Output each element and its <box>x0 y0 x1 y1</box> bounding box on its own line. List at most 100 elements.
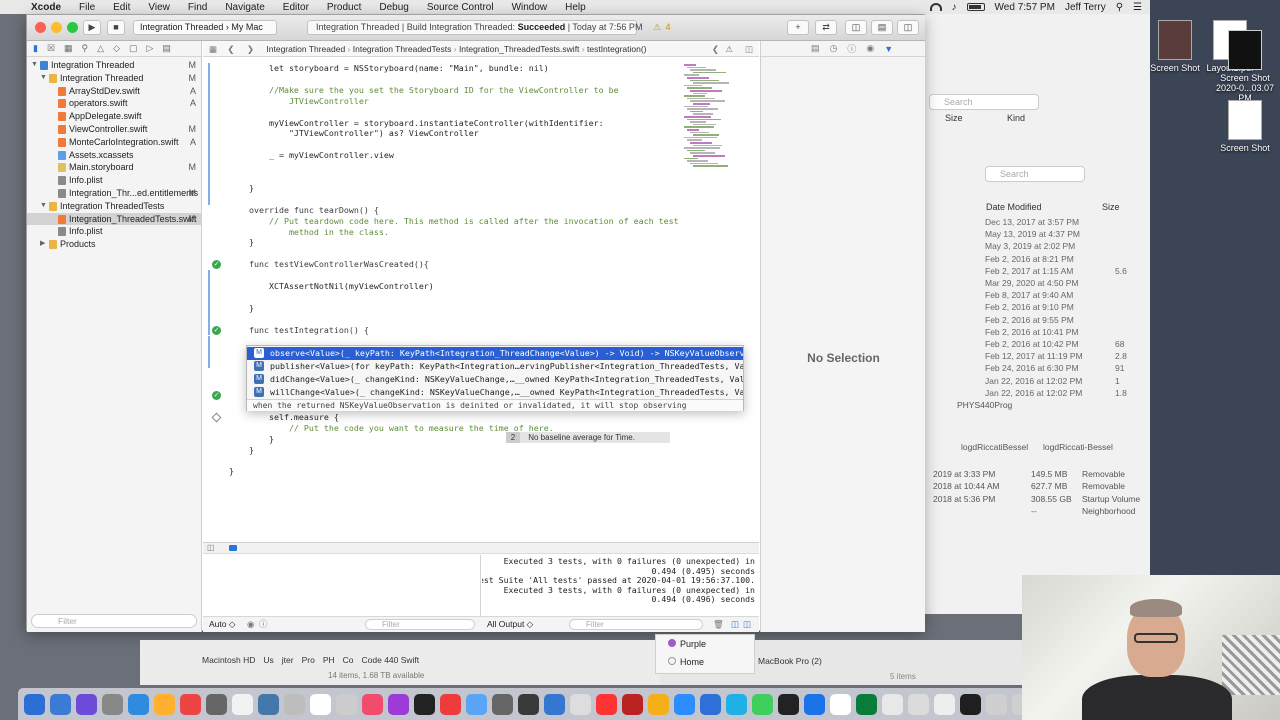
desktop-file[interactable]: Screen Shot 2020-0...03.07 PM <box>1210 30 1280 103</box>
console-output[interactable]: Executed 3 tests, with 0 failures (0 une… <box>482 555 759 616</box>
dock-app-icon[interactable] <box>544 693 565 715</box>
finder-column-kind[interactable]: Kind <box>1007 113 1025 123</box>
scheme-selector[interactable]: Integration Threaded › My Mac <box>133 20 277 35</box>
toggle-debug-area-button[interactable]: ▤ <box>871 20 893 35</box>
navigator-item[interactable]: ArrayStdDev.swift A <box>27 85 202 98</box>
trash-icon[interactable]: 🗑 <box>713 617 724 631</box>
history-inspector-icon[interactable]: ◷ <box>830 43 838 54</box>
test-passed-icon[interactable]: ✓ <box>212 325 221 335</box>
spotlight-icon[interactable]: ⚲ <box>1116 2 1123 13</box>
dock-app-icon[interactable] <box>440 693 461 715</box>
dock-app-icon[interactable] <box>570 693 591 715</box>
dock-app-icon[interactable] <box>232 693 253 715</box>
dock-app-icon[interactable] <box>596 693 617 715</box>
code-completion-popup[interactable]: Mobserve<Value>(_ keyPath: KeyPath<Integ… <box>246 345 744 411</box>
debug-icon[interactable]: ▢ <box>129 43 138 54</box>
path-segment[interactable]: Code 440 Swift <box>362 655 420 665</box>
breadcrumb-file[interactable]: Integration_ThreadedTests.swift <box>459 44 579 54</box>
menu-help[interactable]: Help <box>565 2 586 13</box>
disclosure-open-icon[interactable]: ▼ <box>40 72 47 85</box>
dock-app-icon[interactable] <box>960 693 981 715</box>
dock-app-icon[interactable] <box>830 693 851 715</box>
path-segment[interactable]: Co <box>343 655 354 665</box>
project-navigator-icon[interactable]: ▮ <box>33 43 38 54</box>
menu-navigate[interactable]: Navigate <box>225 2 264 13</box>
dock-app-icon[interactable] <box>700 693 721 715</box>
variables-scope-selector[interactable]: Auto ◇ <box>209 617 235 631</box>
split-left-icon[interactable]: ◫ <box>731 617 739 631</box>
navigator-item[interactable]: ▼ Integration Threaded M <box>27 59 202 72</box>
prev-issue-icon[interactable]: ❮ <box>712 41 719 57</box>
menu-source-control[interactable]: Source Control <box>427 2 494 13</box>
warning-nav-icon[interactable]: ⚠ <box>725 41 733 57</box>
navigator-item[interactable]: AppDelegate.swift <box>27 110 202 123</box>
dock-app-icon[interactable] <box>648 693 669 715</box>
variables-filter[interactable]: Filter <box>365 619 475 630</box>
disclosure-open-icon[interactable]: ▼ <box>40 200 47 213</box>
issue-icon[interactable]: △ <box>97 43 104 54</box>
navigator-item[interactable]: Info.plist <box>27 225 202 238</box>
code-review-button[interactable]: ⇄ <box>815 20 837 35</box>
navigator-item[interactable]: Integration_ThreadedTests.swift M <box>27 212 202 226</box>
zoom-window-button[interactable] <box>67 22 78 33</box>
disclosure-closed-icon[interactable]: ▶ <box>40 238 45 251</box>
user-name[interactable]: Jeff Terry <box>1065 2 1106 13</box>
dock-app-icon[interactable] <box>414 693 435 715</box>
dock-app-icon[interactable] <box>492 693 513 715</box>
menu-edit[interactable]: Edit <box>113 2 130 13</box>
dock-app-icon[interactable] <box>726 693 747 715</box>
dock-app-icon[interactable] <box>986 693 1007 715</box>
finder-search-field-2[interactable]: Search <box>985 166 1085 182</box>
menu-app-name[interactable]: Xcode <box>31 2 61 13</box>
completion-item[interactable]: MwillChange<Value>(_ changeKind: NSKeyVa… <box>247 386 743 399</box>
menu-product[interactable]: Product <box>327 2 361 13</box>
dock-app-icon[interactable] <box>804 693 825 715</box>
hide-debug-icon[interactable]: ◫ <box>207 543 215 552</box>
breakpoints-toggle-icon[interactable] <box>229 545 237 551</box>
dock-app-icon[interactable] <box>362 693 383 715</box>
navigator-item[interactable]: Assets.xcassets <box>27 149 202 162</box>
report-icon[interactable]: ▤ <box>162 43 171 54</box>
menu-editor[interactable]: Editor <box>283 2 309 13</box>
file-inspector-icon[interactable]: ▤ <box>811 43 820 54</box>
desktop-file[interactable]: Screen Shot <box>1210 100 1280 153</box>
minimap[interactable] <box>678 58 759 178</box>
dock-app-icon[interactable] <box>466 693 487 715</box>
navigator-item[interactable]: ▼ Integration ThreadedTests <box>27 200 202 213</box>
source-editor[interactable]: ✓ ✓ ✓ let storyboard = NSStoryboard(name: … <box>203 58 759 538</box>
device-label[interactable]: MacBook Pro (2) <box>758 656 822 666</box>
menu-file[interactable]: File <box>79 2 95 13</box>
navigator-item[interactable]: ViewController.swift M <box>27 123 202 136</box>
path-segment[interactable]: PH <box>323 655 335 665</box>
dock-app-icon[interactable] <box>102 693 123 715</box>
dock-app-icon[interactable] <box>908 693 929 715</box>
navigator-item[interactable]: Info.plist <box>27 174 202 187</box>
test-passed-icon[interactable]: ✓ <box>212 260 221 270</box>
navigator-item[interactable]: ▶ Products <box>27 238 202 251</box>
navigator-item[interactable]: MonteCarloIntegration.swift A <box>27 136 202 149</box>
menu-view[interactable]: View <box>148 2 170 13</box>
dock-app-icon[interactable] <box>388 693 409 715</box>
navigator-filter[interactable]: Filter <box>31 614 197 628</box>
menu-window[interactable]: Window <box>512 2 548 13</box>
notification-center-icon[interactable]: ☰ <box>1133 2 1142 13</box>
completion-item[interactable]: Mpublisher<Value>(for keyPath: KeyPath<I… <box>247 360 743 373</box>
back-arrow-icon[interactable]: ❮ <box>227 44 234 54</box>
dock-app-icon[interactable] <box>310 693 331 715</box>
finder-column-size-2[interactable]: Size <box>1102 202 1120 212</box>
eye-icon[interactable]: ◉ <box>247 617 254 631</box>
performance-baseline-annotation[interactable]: 2 No baseline average for Time. <box>506 432 670 443</box>
finder-search-field[interactable]: Search <box>929 94 1039 110</box>
dock-app-icon[interactable] <box>206 693 227 715</box>
toggle-inspector-button[interactable]: ◫ <box>897 20 919 35</box>
stop-button[interactable]: ■ <box>107 20 125 35</box>
breadcrumb-group[interactable]: Integration ThreadedTests <box>353 44 452 54</box>
minimize-window-button[interactable] <box>51 22 62 33</box>
completion-item[interactable]: MdidChange<Value>(_ changeKind: NSKeyVal… <box>247 373 743 386</box>
dock-app-icon[interactable] <box>154 693 175 715</box>
breadcrumb-symbol[interactable]: testIntegration() <box>587 44 647 54</box>
dock-app-icon[interactable] <box>518 693 539 715</box>
test-diamond-icon[interactable] <box>211 412 222 423</box>
tag-purple[interactable]: Purple <box>668 639 706 649</box>
finder-folder[interactable]: PHYS440Prog <box>957 400 1012 410</box>
